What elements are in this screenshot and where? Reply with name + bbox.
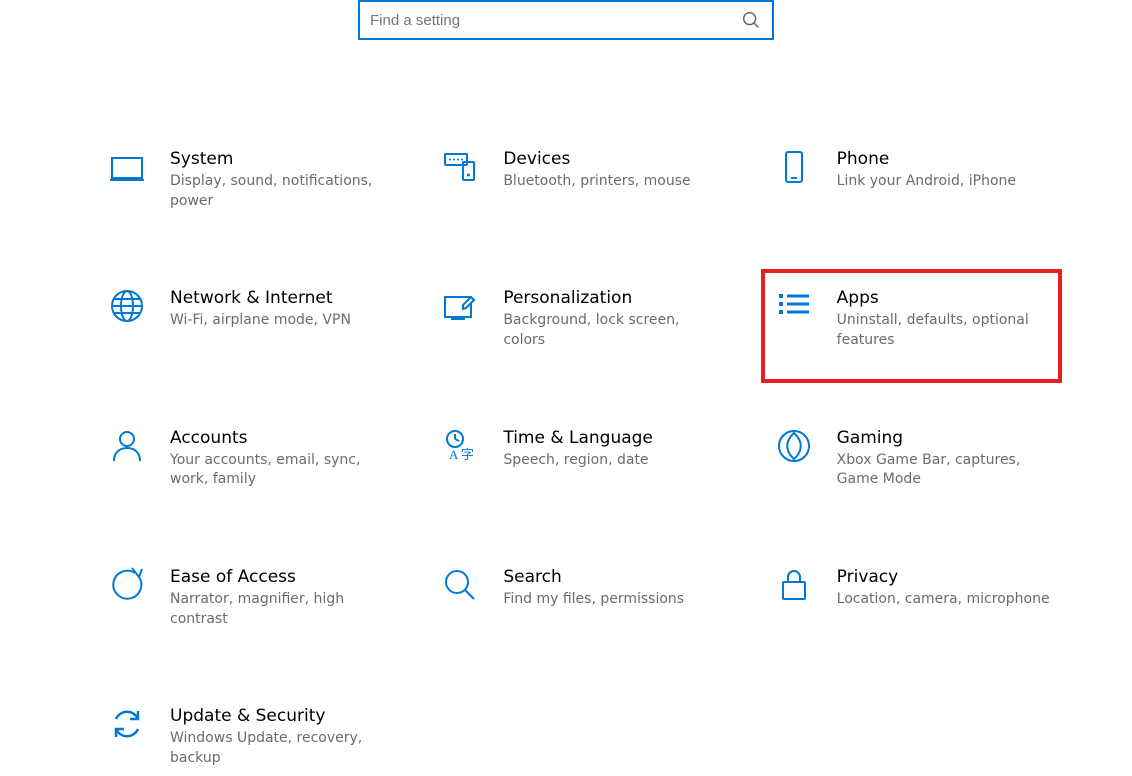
- phone-icon: [773, 148, 815, 190]
- category-title: Personalization: [503, 287, 716, 309]
- category-title: Privacy: [837, 566, 1050, 588]
- category-devices[interactable]: DevicesBluetooth, printers, mouse: [431, 140, 724, 219]
- category-description: Xbox Game Bar, captures, Game Mode: [837, 451, 1050, 490]
- category-time[interactable]: Time & LanguageSpeech, region, date: [431, 419, 724, 498]
- category-title: Apps: [837, 287, 1050, 309]
- category-title: Phone: [837, 148, 1050, 170]
- category-description: Your accounts, email, sync, work, family: [170, 451, 383, 490]
- category-description: Location, camera, microphone: [837, 590, 1050, 610]
- search-container: [358, 0, 774, 40]
- category-ease[interactable]: Ease of AccessNarrator, magnifier, high …: [98, 558, 391, 637]
- category-description: Link your Android, iPhone: [837, 172, 1050, 192]
- category-description: Wi-Fi, airplane mode, VPN: [170, 311, 383, 331]
- category-description: Bluetooth, printers, mouse: [503, 172, 716, 192]
- time-icon: [439, 427, 481, 469]
- category-description: Display, sound, notifications, power: [170, 172, 383, 211]
- category-title: Accounts: [170, 427, 383, 449]
- category-description: Speech, region, date: [503, 451, 716, 471]
- category-title: Update & Security: [170, 705, 383, 727]
- category-gaming[interactable]: GamingXbox Game Bar, captures, Game Mode: [765, 419, 1058, 498]
- network-icon: [106, 287, 148, 329]
- search-input[interactable]: [370, 12, 740, 29]
- category-apps[interactable]: AppsUninstall, defaults, optional featur…: [761, 269, 1062, 382]
- category-description: Background, lock screen, colors: [503, 311, 716, 350]
- search-box[interactable]: [358, 0, 774, 40]
- update-icon: [106, 705, 148, 747]
- category-privacy[interactable]: PrivacyLocation, camera, microphone: [765, 558, 1058, 637]
- category-title: System: [170, 148, 383, 170]
- accounts-icon: [106, 427, 148, 469]
- category-search[interactable]: SearchFind my files, permissions: [431, 558, 724, 637]
- settings-categories-grid: SystemDisplay, sound, notifications, pow…: [98, 140, 1058, 776]
- category-description: Narrator, magnifier, high contrast: [170, 590, 383, 629]
- category-title: Time & Language: [503, 427, 716, 449]
- apps-icon: [773, 287, 815, 329]
- category-personalization[interactable]: PersonalizationBackground, lock screen, …: [431, 279, 724, 358]
- category-description: Uninstall, defaults, optional features: [837, 311, 1050, 350]
- search-icon: [740, 9, 762, 31]
- category-network[interactable]: Network & InternetWi-Fi, airplane mode, …: [98, 279, 391, 358]
- category-title: Devices: [503, 148, 716, 170]
- search-icon: [439, 566, 481, 608]
- personalization-icon: [439, 287, 481, 329]
- privacy-icon: [773, 566, 815, 608]
- category-system[interactable]: SystemDisplay, sound, notifications, pow…: [98, 140, 391, 219]
- ease-icon: [106, 566, 148, 608]
- category-accounts[interactable]: AccountsYour accounts, email, sync, work…: [98, 419, 391, 498]
- category-title: Gaming: [837, 427, 1050, 449]
- category-update[interactable]: Update & SecurityWindows Update, recover…: [98, 697, 391, 776]
- category-description: Find my files, permissions: [503, 590, 716, 610]
- category-title: Search: [503, 566, 716, 588]
- devices-icon: [439, 148, 481, 190]
- category-title: Network & Internet: [170, 287, 383, 309]
- category-title: Ease of Access: [170, 566, 383, 588]
- gaming-icon: [773, 427, 815, 469]
- category-description: Windows Update, recovery, backup: [170, 729, 383, 768]
- system-icon: [106, 148, 148, 190]
- category-phone[interactable]: PhoneLink your Android, iPhone: [765, 140, 1058, 219]
